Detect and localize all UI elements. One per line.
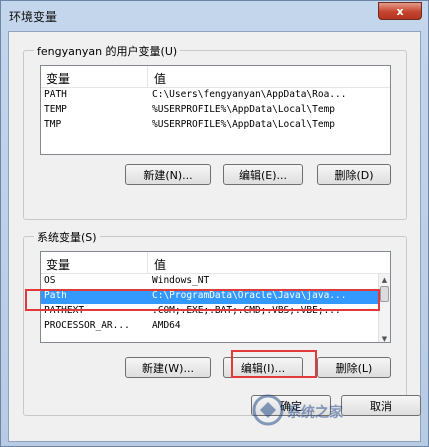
column-header-variable[interactable]: 变量 — [46, 70, 70, 87]
variable-name: TMP — [44, 119, 62, 130]
scroll-up-icon[interactable]: ▲ — [379, 274, 390, 285]
user-edit-button[interactable]: 编辑(E)... — [223, 164, 303, 185]
variable-name: OS — [44, 275, 56, 286]
variable-name: PROCESSOR_AR... — [44, 320, 130, 331]
variable-value: C:\ProgramData\Oracle\Java\java... — [152, 290, 347, 301]
column-divider[interactable] — [147, 252, 148, 274]
column-header-variable[interactable]: 变量 — [46, 256, 70, 273]
system-new-button[interactable]: 新建(W)... — [125, 357, 211, 378]
table-row[interactable]: PATH C:\Users\fengyanyan\AppData\Roa... — [41, 88, 390, 103]
table-row[interactable]: PROCESSOR_AR... AMD64 — [41, 319, 390, 334]
variable-value: Windows_NT — [152, 275, 210, 286]
scroll-down-icon[interactable]: ▼ — [379, 333, 390, 343]
variable-name: Path — [44, 290, 67, 301]
system-delete-button[interactable]: 删除(L) — [317, 357, 391, 378]
user-variables-group: fengyanyan 的用户变量(U) 变量 值 PATH C:\Users\f… — [23, 43, 407, 220]
list-header: 变量 值 — [41, 252, 390, 274]
watermark: 系统之家 — [251, 390, 411, 430]
table-row[interactable]: TMP %USERPROFILE%\AppData\Local\Temp — [41, 118, 390, 133]
watermark-text: 系统之家 — [287, 405, 343, 421]
list-header: 变量 值 — [41, 66, 390, 88]
table-row[interactable]: PATHEXT .COM;.EXE;.BAT;.CMD;.VBS;.VBE;..… — [41, 304, 390, 319]
variable-value: %USERPROFILE%\AppData\Local\Temp — [152, 104, 336, 115]
close-button[interactable]: x — [378, 2, 422, 20]
variable-name: TEMP — [44, 104, 67, 115]
column-divider[interactable] — [147, 66, 148, 88]
variable-value: %USERPROFILE%\AppData\Local\Temp — [152, 119, 336, 130]
system-variables-label: 系统变量(S) — [34, 229, 100, 245]
system-variables-list[interactable]: 变量 值 OS Windows_NT Path C:\ProgramData\O… — [40, 251, 391, 343]
variable-value: .COM;.EXE;.BAT;.CMD;.VBS;.VBE;... — [152, 305, 341, 316]
user-delete-button[interactable]: 删除(D) — [317, 164, 391, 185]
title-bar[interactable]: 环境变量 x — [1, 1, 428, 31]
variable-name: PATHEXT — [44, 305, 85, 316]
dialog-body: fengyanyan 的用户变量(U) 变量 值 PATH C:\Users\f… — [8, 31, 421, 442]
scroll-thumb[interactable] — [380, 286, 389, 302]
environment-variables-dialog: 环境变量 x fengyanyan 的用户变量(U) 变量 值 PATH C:\… — [0, 0, 429, 447]
close-icon: x — [396, 4, 404, 18]
table-row-selected[interactable]: Path C:\ProgramData\Oracle\Java\java... — [41, 289, 390, 304]
column-header-value[interactable]: 值 — [154, 256, 166, 273]
table-row[interactable]: OS Windows_NT — [41, 274, 390, 289]
column-header-value[interactable]: 值 — [154, 70, 166, 87]
table-row[interactable]: TEMP %USERPROFILE%\AppData\Local\Temp — [41, 103, 390, 118]
vertical-scrollbar[interactable]: ▲ ▼ — [378, 274, 390, 343]
variable-value: AMD64 — [152, 320, 181, 331]
watermark-logo-icon — [252, 394, 284, 426]
system-edit-button[interactable]: 编辑(I)... — [223, 357, 303, 378]
variable-name: PATH — [44, 89, 67, 100]
user-new-button[interactable]: 新建(N)... — [125, 164, 211, 185]
user-variables-list[interactable]: 变量 值 PATH C:\Users\fengyanyan\AppData\Ro… — [40, 65, 391, 155]
variable-value: C:\Users\fengyanyan\AppData\Roa... — [152, 89, 347, 100]
window-title: 环境变量 — [9, 10, 58, 24]
system-variables-group: 系统变量(S) 变量 值 OS Windows_NT Path C:\Progr… — [23, 229, 407, 416]
user-variables-label: fengyanyan 的用户变量(U) — [34, 43, 181, 59]
